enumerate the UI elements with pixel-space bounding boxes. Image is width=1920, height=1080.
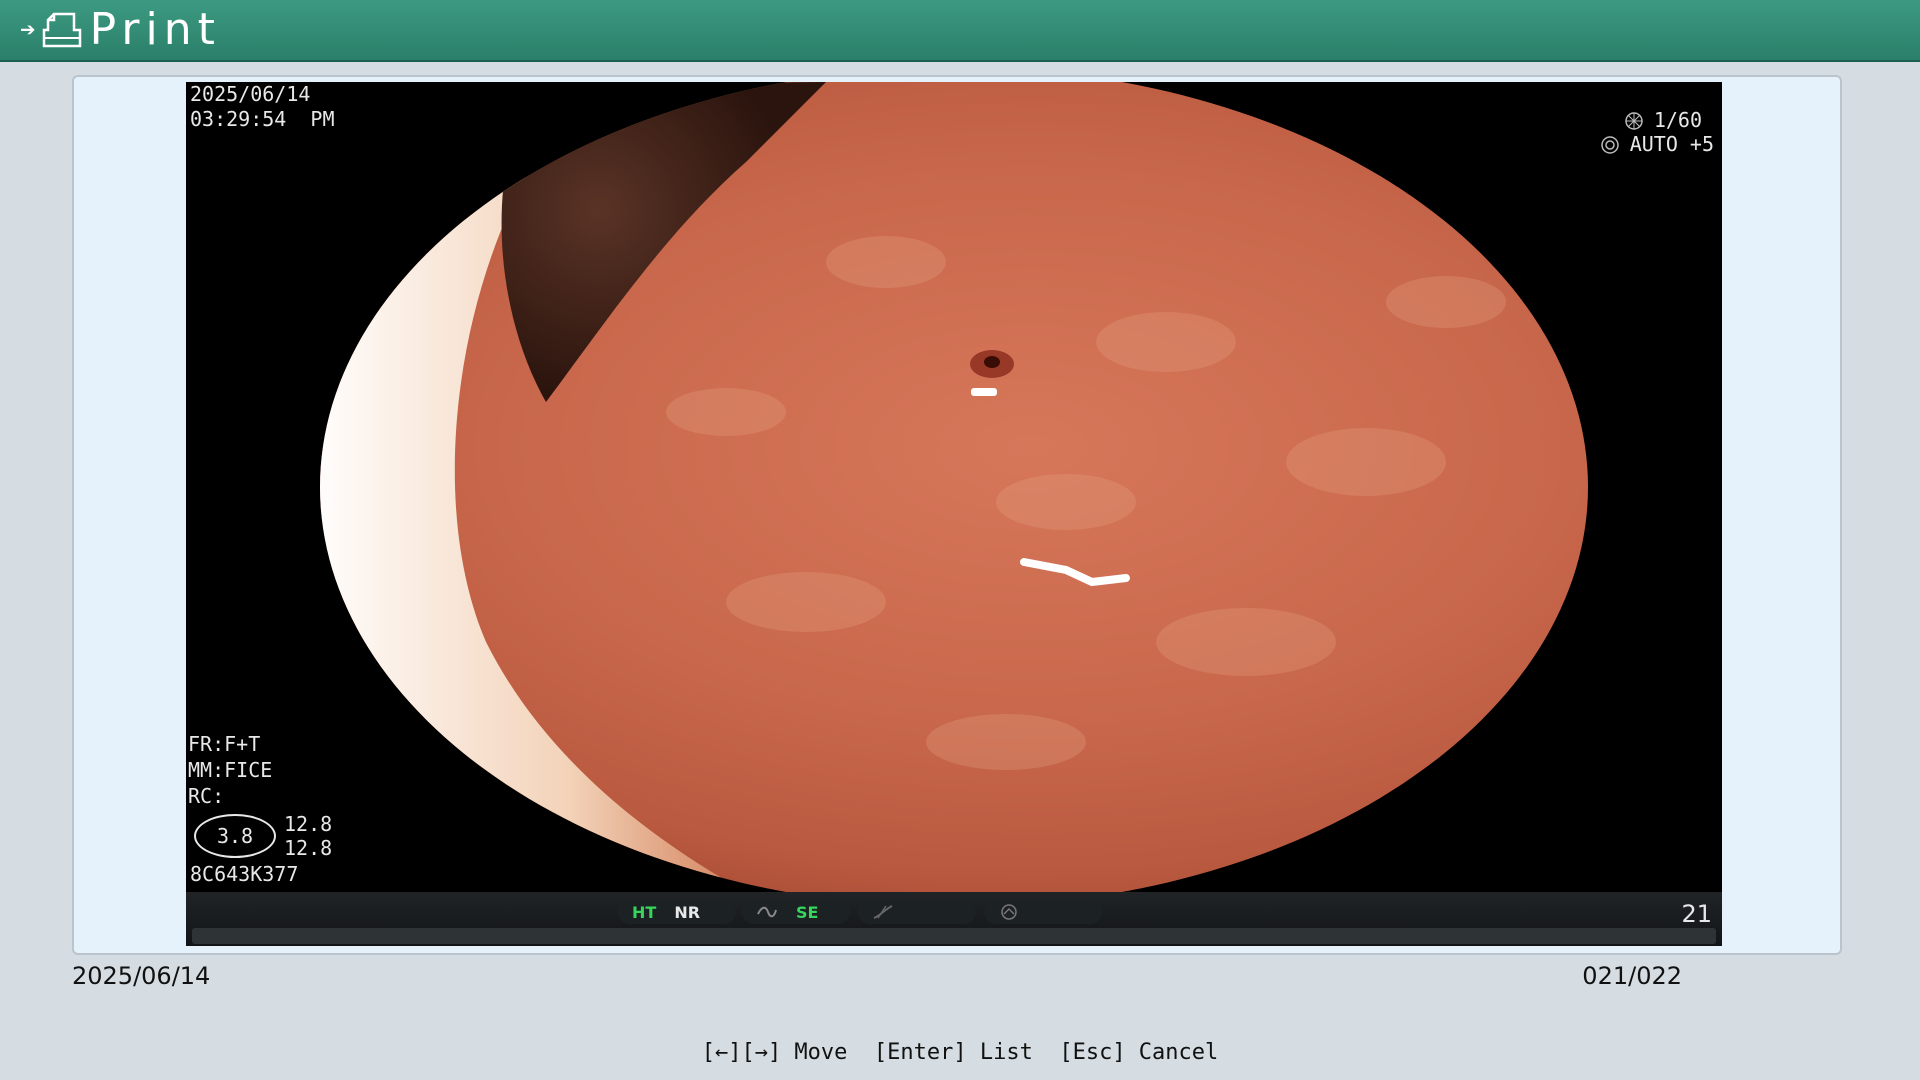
- scope-serial: 8C643K377: [190, 862, 299, 886]
- frame-number: 21: [1681, 900, 1712, 928]
- shutter-icon: [1625, 111, 1643, 130]
- iris-icon: [1600, 135, 1619, 154]
- shutter-readout: 1/60: [1624, 108, 1702, 133]
- endoscopy-image[interactable]: 2025/06/14 03:29:54 PM 1/60 AUTO +5 FR:F…: [186, 82, 1722, 946]
- page-counter: 021/022: [1582, 962, 1682, 990]
- enhancement-icon: [757, 906, 777, 918]
- iris-value: AUTO +5: [1629, 132, 1714, 156]
- iris-readout: AUTO +5: [1600, 132, 1714, 157]
- nr-indicator: NR: [674, 902, 701, 922]
- arrow-right-icon: ➔: [20, 15, 36, 45]
- capture-time: 03:29:54 PM: [190, 107, 335, 131]
- title-bar: ➔ Print: [0, 0, 1920, 62]
- zoom-value: 3.8: [216, 824, 254, 848]
- curve-icon: [873, 905, 893, 919]
- footer-date: 2025/06/14: [72, 962, 211, 990]
- shutter-value: 1/60: [1653, 108, 1702, 132]
- zoom-indicator: 3.8: [194, 814, 276, 858]
- status-pill-se: SE: [742, 900, 850, 924]
- page-title: Print: [89, 4, 221, 55]
- key-hints: [←][→] Move [Enter] List [Esc] Cancel: [701, 1040, 1219, 1065]
- capture-date: 2025/06/14: [190, 82, 311, 106]
- zoom-value-2: 12.8: [284, 836, 333, 860]
- status-pill-curve: [858, 900, 976, 924]
- status-pill-face: [984, 900, 1102, 924]
- zoom-value-1: 12.8: [284, 812, 333, 836]
- status-pill-ht-nr: HT NR: [618, 900, 736, 924]
- ht-indicator: HT: [632, 902, 657, 922]
- fr-setting: FR:F+T: [188, 732, 261, 756]
- endoscopy-view: [320, 82, 1588, 892]
- status-strip: HT NR SE 21: [186, 892, 1722, 946]
- se-indicator: SE: [796, 902, 819, 922]
- rc-setting: RC:: [188, 784, 225, 808]
- status-bar: [192, 928, 1716, 944]
- face-icon: [1001, 904, 1017, 920]
- document-icon: [42, 12, 81, 48]
- mm-setting: MM:FICE: [188, 758, 273, 782]
